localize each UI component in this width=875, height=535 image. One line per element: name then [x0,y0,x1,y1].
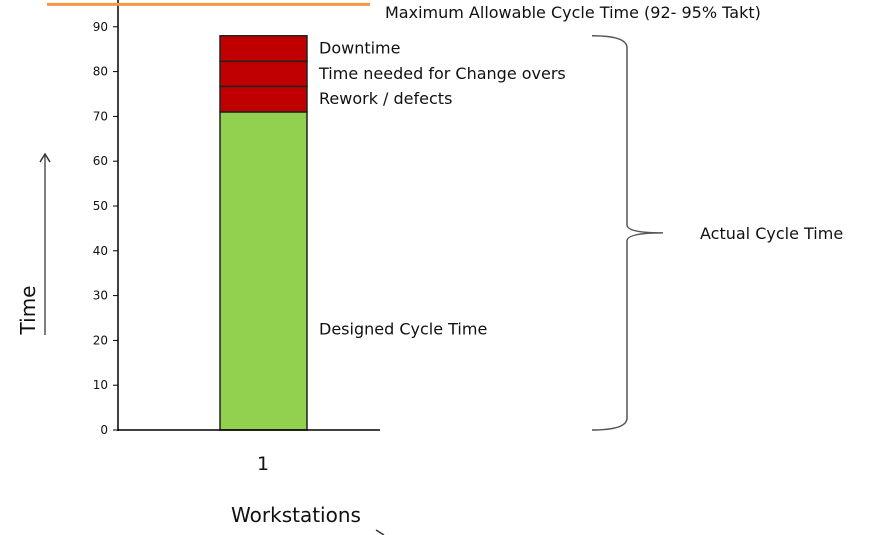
time-arrow-icon [39,152,51,335]
bar-segment-time-needed-for-change-overs [219,60,308,88]
y-tick-label: 20 [93,333,108,347]
y-tick-label: 50 [93,199,108,213]
y-axis-ticks: 0 10 20 30 40 50 60 70 80 90 [93,20,118,437]
bar-segment-designed-cycle-time [219,111,308,431]
actual-cycle-time-brace [591,35,664,431]
stacked-bar-chart: 0 10 20 30 40 50 60 70 80 90 Designed Cycle Time R… [16,0,843,535]
bar-segment-downtime [219,35,308,63]
y-tick-label: 70 [93,109,108,123]
x-tick-label: 1 [257,453,269,475]
y-tick-label: 40 [93,244,108,258]
bars [219,35,308,431]
cut-off-stroke [375,529,385,535]
y-tick-label: 0 [100,423,108,437]
y-tick-label: 30 [93,289,108,303]
y-tick-label: 90 [93,20,108,34]
bar-segment-rework-defects [219,85,308,113]
y-tick-label: 80 [93,65,108,79]
y-tick-label: 10 [93,378,108,392]
y-axis-title: Time [16,286,40,336]
x-axis-title: Workstations [231,503,361,527]
segment-label: Rework / defects [319,89,452,108]
actual-cycle-time-label: Actual Cycle Time [700,224,843,243]
segment-label: Designed Cycle Time [319,320,487,339]
segment-label: Time needed for Change overs [318,64,566,83]
segment-labels: Designed Cycle Time Rework / defects Time … [318,39,566,339]
segment-label: Downtime [319,39,400,58]
y-tick-label: 60 [93,154,108,168]
max-cycle-time-label: Maximum Allowable Cycle Time (92- 95% Ta… [385,3,761,22]
